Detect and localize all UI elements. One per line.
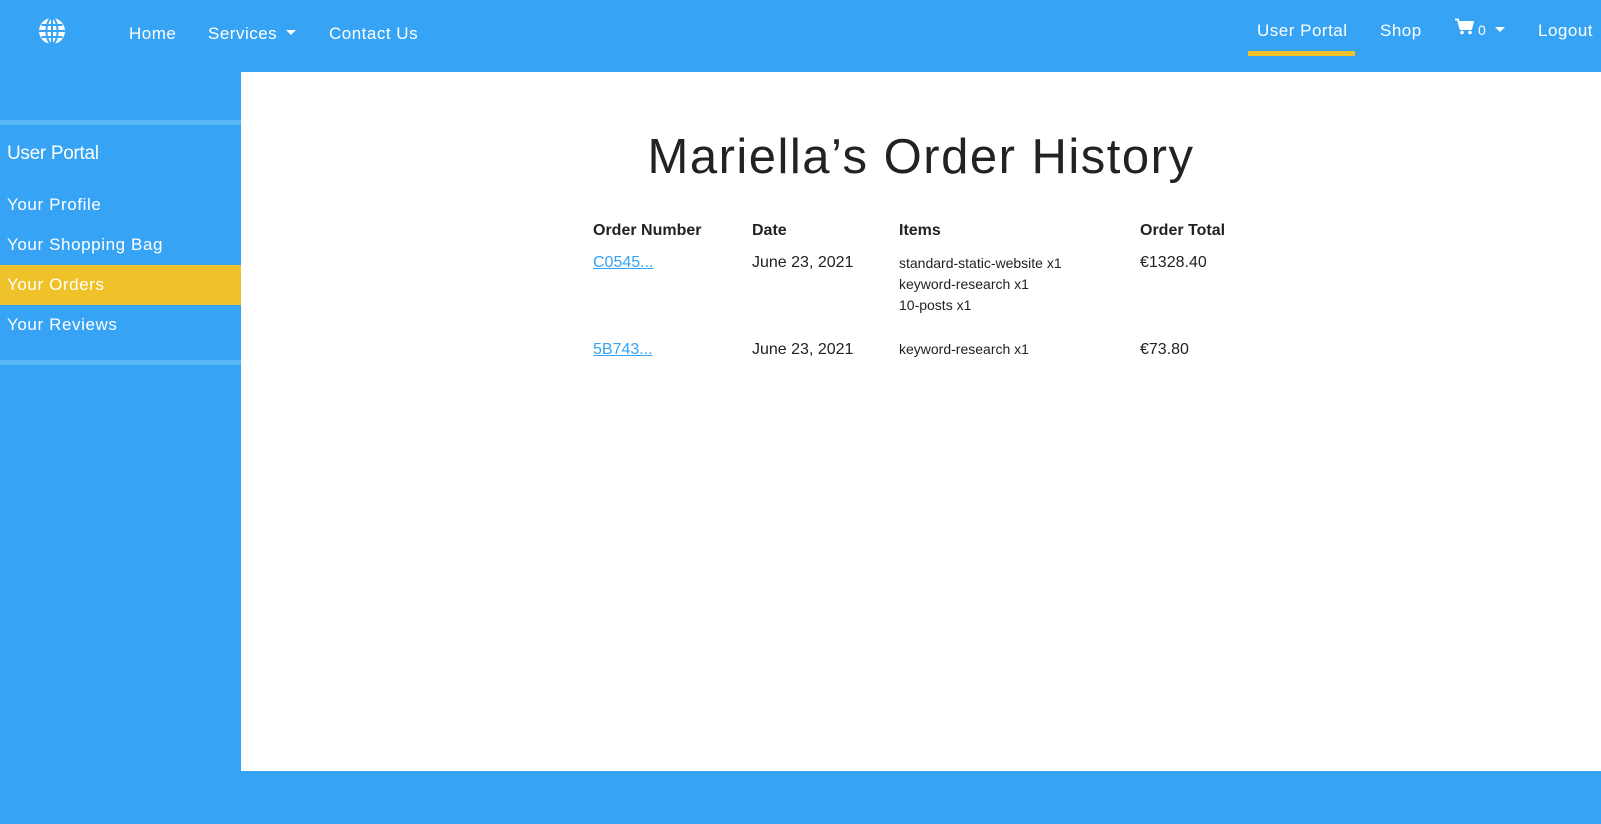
sidebar-item-reviews[interactable]: Your Reviews [0,305,241,345]
order-date: June 23, 2021 [752,341,854,358]
column-header-items: Items [899,222,941,239]
nav-home-link[interactable]: Home [129,24,176,44]
order-items: keyword-research x1 [899,339,1029,360]
sidebar-title: User Portal [7,143,99,164]
nav-contact-link[interactable]: Contact Us [329,24,418,44]
order-number-link[interactable]: C0545... [593,254,653,271]
nav-services-dropdown[interactable]: Services [208,24,297,44]
sidebar-item-shopping-bag[interactable]: Your Shopping Bag [0,225,241,265]
nav-services-label: Services [208,24,278,43]
order-number-link[interactable]: 5B743... [593,341,653,358]
globe-icon[interactable] [38,17,66,45]
top-navbar: Home Services Contact Us User Portal Sho… [0,0,1601,72]
cart-dropdown[interactable]: 0 [1455,18,1506,42]
column-header-order-total: Order Total [1140,222,1226,239]
column-header-order-number: Order Number [593,222,702,239]
shopping-cart-icon [1455,18,1474,40]
sidebar-item-orders[interactable]: Your Orders [0,265,241,305]
active-nav-indicator [1248,51,1355,56]
column-header-date: Date [752,222,787,239]
order-items: standard-static-website x1 keyword-resea… [899,253,1062,316]
chevron-down-icon [1495,26,1506,32]
nav-shop-link[interactable]: Shop [1380,21,1422,41]
order-total: €73.80 [1140,341,1189,358]
order-item: keyword-research x1 [899,341,1029,357]
sidebar-item-profile[interactable]: Your Profile [0,185,241,225]
order-item: 10-posts x1 [899,297,972,313]
user-portal-sidebar: User Portal Your Profile Your Shopping B… [0,72,241,772]
order-item: standard-static-website x1 [899,255,1062,271]
page-title: Mariella’s Order History [647,130,1195,184]
order-total: €1328.40 [1140,254,1207,271]
nav-logout-link[interactable]: Logout [1538,21,1593,41]
cart-count-badge: 0 [1478,22,1487,39]
sidebar-divider [0,120,241,125]
chevron-down-icon [286,30,297,36]
nav-user-portal-link[interactable]: User Portal [1257,21,1348,41]
order-item: keyword-research x1 [899,276,1029,292]
sidebar-divider [0,360,241,365]
main-content: Mariella’s Order History Order Number Da… [241,72,1601,771]
order-date: June 23, 2021 [752,254,854,271]
